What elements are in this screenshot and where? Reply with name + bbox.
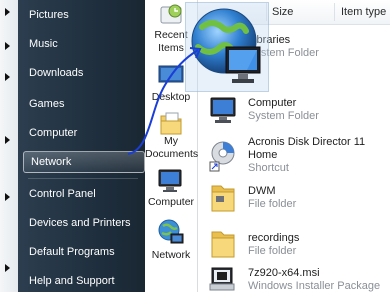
left-edge-strip [0, 0, 18, 292]
file-name: recordings [248, 232, 300, 244]
folder-icon [211, 185, 235, 212]
drag-arrow-icon [127, 47, 202, 155]
menu-item-default-programs[interactable]: Default Programs [22, 241, 140, 263]
nav-item-network[interactable]: Network [145, 214, 197, 264]
expand-arrow-icon[interactable] [5, 42, 10, 50]
computer-icon [158, 169, 182, 192]
file-row[interactable]: Computer System Folder [198, 92, 390, 136]
nav-item-computer[interactable]: Computer [145, 164, 197, 214]
recent-items-icon [160, 4, 182, 24]
menu-item-control-panel[interactable]: Control Panel [22, 183, 140, 205]
menu-item-pictures[interactable]: Pictures [22, 4, 140, 26]
file-type: System Folder [248, 110, 319, 122]
file-row[interactable]: Acronis Disk Director 11 Home Shortcut [198, 134, 390, 180]
expand-arrow-icon[interactable] [5, 8, 10, 16]
file-name: Computer [248, 97, 297, 109]
file-type: Shortcut [248, 162, 289, 174]
menu-item-devices-and-printers[interactable]: Devices and Printers [22, 212, 140, 234]
menu-item-help-and-support[interactable]: Help and Support [22, 270, 140, 292]
file-type: File folder [248, 198, 297, 210]
file-name: 7z920-x64.msi [248, 267, 320, 279]
file-type: Windows Installer Package [248, 280, 381, 292]
file-name-line2: Home [248, 149, 278, 161]
nav-label: Network [151, 249, 191, 261]
file-type: File folder [248, 245, 297, 257]
folder-icon [211, 231, 235, 258]
expand-arrow-icon[interactable] [5, 264, 10, 272]
nav-label: Computer [147, 196, 195, 208]
column-divider [334, 3, 335, 21]
network-icon [158, 219, 184, 244]
menu-separator [28, 178, 138, 179]
expand-arrow-icon[interactable] [5, 136, 10, 144]
file-row[interactable]: DWM File folder [198, 180, 390, 224]
column-header-size[interactable]: Size [272, 6, 293, 18]
file-row[interactable]: 7z920-x64.msi Windows Installer Package [198, 266, 390, 292]
file-row[interactable]: recordings File folder [198, 226, 390, 270]
msi-icon [209, 267, 235, 291]
file-name: Acronis Disk Director 11 [248, 136, 366, 148]
column-header-item-type[interactable]: Item type [341, 6, 386, 18]
file-name: DWM [248, 185, 276, 197]
expand-arrow-icon[interactable] [5, 73, 10, 81]
expand-arrow-icon[interactable] [5, 193, 10, 201]
